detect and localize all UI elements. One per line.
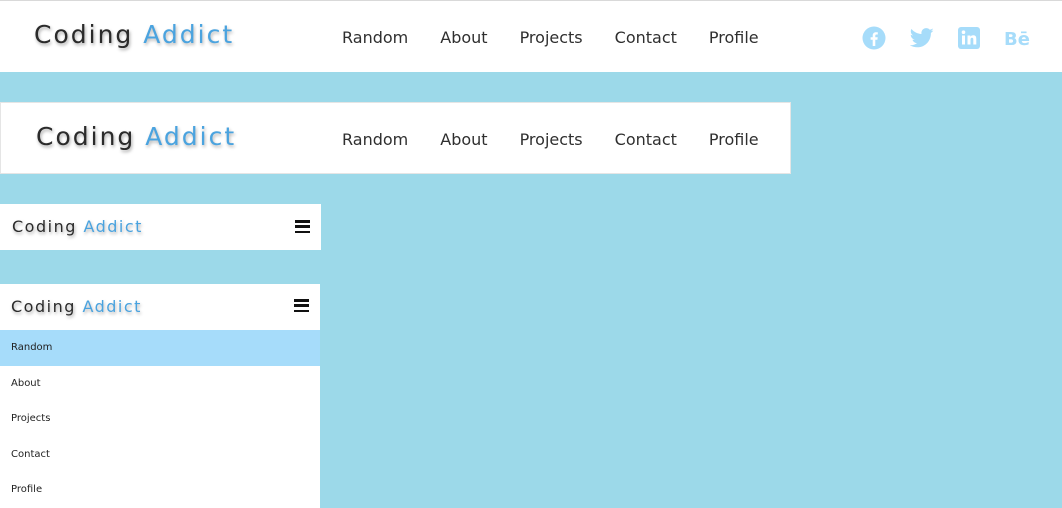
nav-profile[interactable]: Profile [709, 28, 759, 47]
logo-word-addict: Addict [143, 20, 235, 49]
logo[interactable]: Coding Addict [12, 217, 143, 236]
logo-word-addict: Addict [145, 122, 237, 151]
logo-word-addict: Addict [82, 297, 142, 316]
logo[interactable]: Coding Addict [34, 20, 234, 49]
mobile-menu-item-projects[interactable]: Projects [0, 401, 320, 437]
hamburger-icon[interactable] [294, 299, 309, 312]
logo-word-coding: Coding [11, 297, 76, 316]
hamburger-icon[interactable] [295, 220, 310, 233]
nav-about[interactable]: About [440, 130, 487, 149]
mobile-menu-item-contact[interactable]: Contact [0, 437, 320, 473]
logo-word-addict: Addict [83, 217, 143, 236]
nav-random[interactable]: Random [342, 130, 408, 149]
header-medium: Coding Addict Random About Projects Cont… [0, 102, 791, 174]
twitter-icon[interactable] [909, 27, 934, 54]
mobile-menu-item-profile[interactable]: Profile [0, 472, 320, 508]
logo-word-coding: Coding [12, 217, 77, 236]
main-nav: Random About Projects Contact Profile [342, 130, 759, 149]
linkedin-icon[interactable] [958, 27, 980, 54]
nav-random[interactable]: Random [342, 28, 408, 47]
mobile-menu: Random About Projects Contact Profile [0, 330, 320, 508]
social-icons: Bē [838, 26, 1030, 55]
main-nav: Random About Projects Contact Profile [342, 28, 759, 47]
nav-profile[interactable]: Profile [709, 130, 759, 149]
header-full: Coding Addict Random About Projects Cont… [0, 0, 1062, 72]
svg-text:Bē: Bē [1004, 29, 1030, 48]
nav-contact[interactable]: Contact [615, 130, 677, 149]
mobile-menu-item-about[interactable]: About [0, 366, 320, 402]
nav-projects[interactable]: Projects [520, 130, 583, 149]
logo[interactable]: Coding Addict [36, 122, 236, 151]
header-small-collapsed: Coding Addict [0, 204, 321, 250]
nav-projects[interactable]: Projects [520, 28, 583, 47]
header-small-expanded: Coding Addict [0, 284, 320, 330]
nav-contact[interactable]: Contact [615, 28, 677, 47]
behance-icon[interactable]: Bē [1004, 28, 1030, 53]
logo[interactable]: Coding Addict [11, 297, 142, 316]
logo-word-coding: Coding [36, 122, 136, 151]
nav-about[interactable]: About [440, 28, 487, 47]
facebook-icon[interactable] [862, 26, 886, 55]
logo-word-coding: Coding [34, 20, 134, 49]
mobile-menu-item-random[interactable]: Random [0, 330, 320, 366]
